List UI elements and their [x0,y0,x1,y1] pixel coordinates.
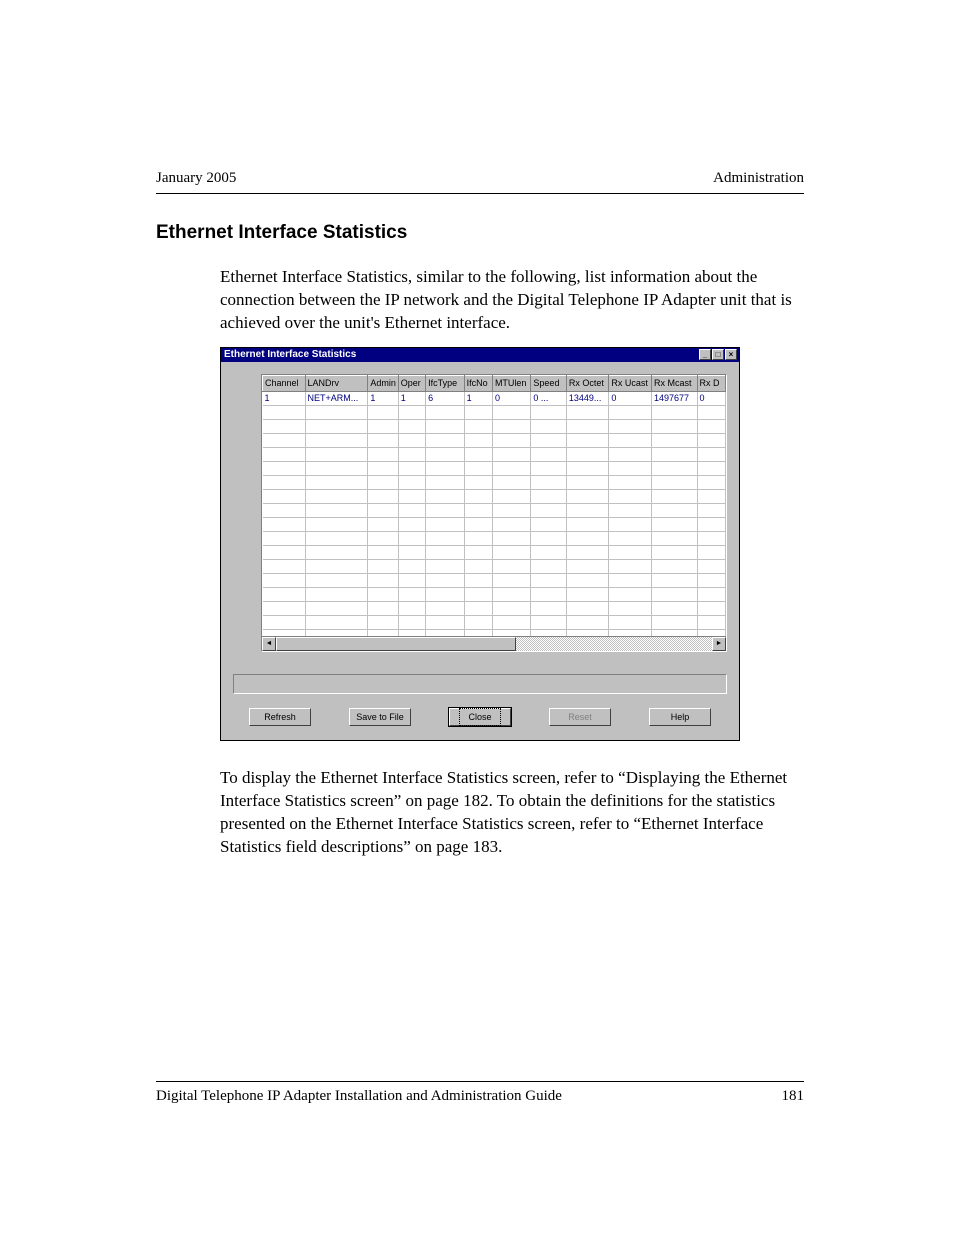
table-row [263,475,726,489]
stats-grid[interactable]: Channel LANDrv Admin Oper IfcType IfcNo … [261,374,727,652]
col-oper[interactable]: Oper [398,375,425,391]
scroll-right-button[interactable]: ► [712,637,726,651]
col-mtulen[interactable]: MTUlen [492,375,530,391]
table-row [263,419,726,433]
cell: 1497677 [651,391,697,405]
scroll-thumb[interactable] [276,637,516,651]
page-number: 181 [782,1088,805,1105]
col-ifcno[interactable]: IfcNo [464,375,492,391]
col-rxd[interactable]: Rx D [697,375,725,391]
table-row [263,531,726,545]
table-row [263,545,726,559]
page-footer: Digital Telephone IP Adapter Installatio… [156,1081,804,1105]
minimize-button[interactable]: _ [699,349,711,360]
cell: NET+ARM... [305,391,368,405]
header-section: Administration [713,170,804,187]
scroll-left-button[interactable]: ◄ [262,637,276,651]
col-landrv[interactable]: LANDrv [305,375,368,391]
col-speed[interactable]: Speed [531,375,566,391]
header-date: January 2005 [156,170,236,187]
triangle-right-icon: ► [716,640,723,647]
table-row [263,517,726,531]
table-row [263,461,726,475]
col-ifctype[interactable]: IfcType [426,375,464,391]
ethernet-stats-window: Ethernet Interface Statistics _ □ × [220,347,740,741]
scroll-track[interactable] [276,637,712,651]
status-bar [233,674,727,694]
window-title: Ethernet Interface Statistics [224,349,356,360]
cell: 0 [609,391,652,405]
page-header: January 2005 Administration [156,170,804,187]
button-row: Refresh Save to File Close Reset Help [233,704,727,732]
col-rxmcast[interactable]: Rx Mcast [651,375,697,391]
table-row [263,615,726,629]
cell: 1 [368,391,398,405]
maximize-button[interactable]: □ [712,349,724,360]
col-rxucast[interactable]: Rx Ucast [609,375,652,391]
table-row [263,573,726,587]
cell: 6 [426,391,464,405]
cell: 1 [263,391,306,405]
cell: 0 [492,391,530,405]
section-title: Ethernet Interface Statistics [156,222,804,244]
save-to-file-button[interactable]: Save to File [349,708,411,726]
window-titlebar[interactable]: Ethernet Interface Statistics _ □ × [221,348,739,362]
cell: 1 [464,391,492,405]
horizontal-scrollbar[interactable]: ◄ ► [262,636,726,651]
table-row [263,559,726,573]
table-row [263,587,726,601]
col-channel[interactable]: Channel [263,375,306,391]
footer-rule [156,1081,804,1082]
close-button[interactable]: Close [449,708,511,726]
triangle-left-icon: ◄ [266,640,273,647]
table-row [263,503,726,517]
refresh-button[interactable]: Refresh [249,708,311,726]
footer-title: Digital Telephone IP Adapter Installatio… [156,1088,562,1105]
cell: 0 [697,391,725,405]
intro-paragraph: Ethernet Interface Statistics, similar t… [156,266,804,335]
window-body: Channel LANDrv Admin Oper IfcType IfcNo … [221,362,739,740]
reference-paragraph: To display the Ethernet Interface Statis… [156,767,804,859]
col-rxoctet[interactable]: Rx Octet [566,375,609,391]
cell: 13449... [566,391,609,405]
help-button[interactable]: Help [649,708,711,726]
table-row [263,447,726,461]
reset-button: Reset [549,708,611,726]
table-row [263,489,726,503]
cell: 0 ... [531,391,566,405]
cell: 1 [398,391,425,405]
window-controls: _ □ × [699,349,737,360]
close-window-button[interactable]: × [725,349,737,360]
table-row [263,433,726,447]
table-header-row: Channel LANDrv Admin Oper IfcType IfcNo … [263,375,726,391]
table-row[interactable]: 1 NET+ARM... 1 1 6 1 0 0 ... 13449... 0 … [263,391,726,405]
header-rule [156,193,804,194]
col-admin[interactable]: Admin [368,375,398,391]
stats-table: Channel LANDrv Admin Oper IfcType IfcNo … [262,375,726,644]
table-row [263,601,726,615]
table-row [263,405,726,419]
